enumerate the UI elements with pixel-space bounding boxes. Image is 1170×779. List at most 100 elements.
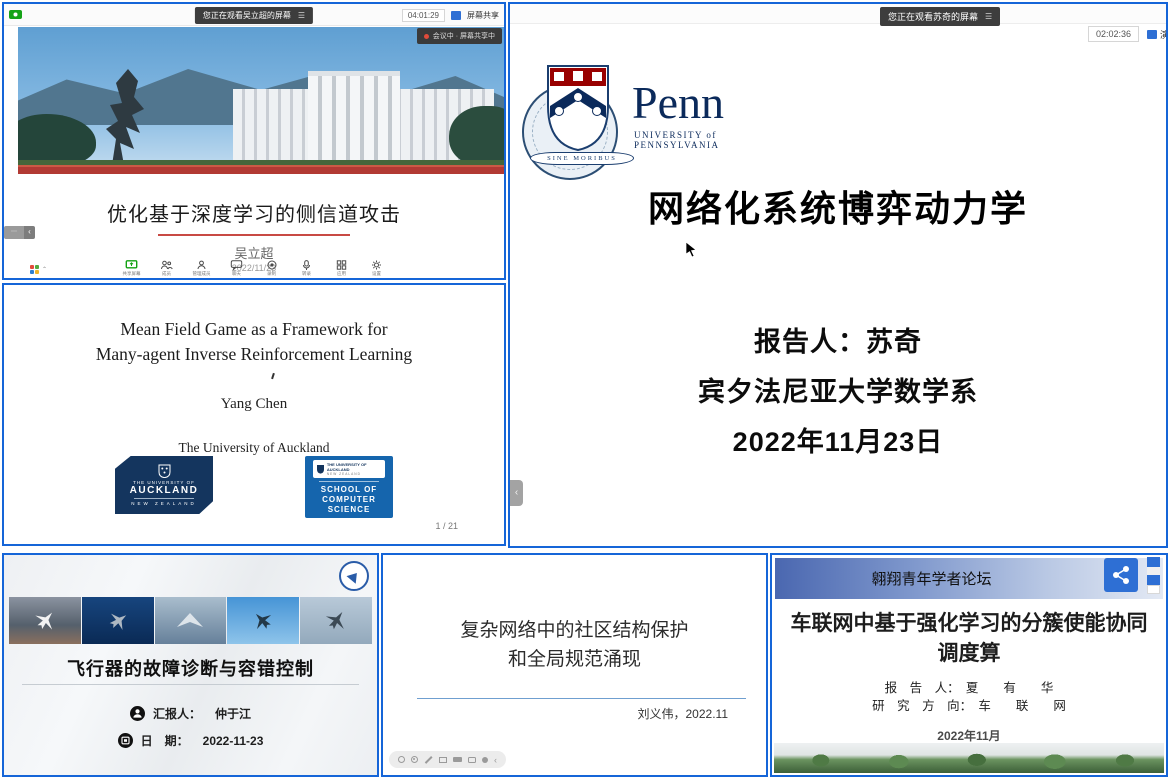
meeting-topbar: 您正在观看苏奇的屏幕 ☰ — [510, 4, 1166, 24]
meeting-timer: 02:02:36 — [1088, 26, 1139, 42]
penn-logo-group: SINE MORIBUS Penn UNIVERSITY of PENNSYLV… — [520, 64, 770, 186]
sharing-tooltip: 会议中 · 屏幕共享中 — [417, 28, 502, 44]
share-mode-label[interactable]: 屏幕共享 — [467, 10, 499, 21]
screen-share-panel-wulichao[interactable]: 您正在观看吴立超的屏幕 ☰ 04:01:29 屏幕共享 会议中 · 屏幕共享中 … — [2, 2, 506, 280]
title-underline — [158, 234, 350, 236]
meeting-topbar: 您正在观看吴立超的屏幕 ☰ 04:01:29 屏幕共享 — [4, 4, 504, 26]
slide4-date: 2022-11-23 — [203, 734, 264, 748]
slide-panel-networks[interactable]: 复杂网络中的社区结构保护 和全局规范涌现 刘义伟，2022.11 ‹ — [381, 553, 768, 777]
slide2-affiliation: The University of Auckland — [4, 440, 504, 456]
apps-icon — [337, 260, 347, 270]
meeting-timer: 04:01:29 — [402, 9, 445, 22]
slide4-title: 飞行器的故障诊断与容错控制 — [4, 655, 377, 681]
mic-icon — [303, 260, 311, 270]
logo-right-band-line1: THE UNIVERSITY OF AUCKLAND — [327, 462, 382, 472]
trees-right-graphic — [449, 106, 504, 166]
laser-icon[interactable] — [411, 756, 418, 763]
scrollbar[interactable] — [1147, 557, 1160, 594]
scrollbar-segment[interactable] — [1147, 557, 1160, 567]
penn-wordmark: Penn — [632, 76, 724, 129]
slide-panel-vehicular[interactable]: 翱翔青年学者论坛 车联网中基于强化学习的分簇使能协同 调度算 报 告 人： 夏 … — [770, 553, 1168, 777]
menu-icon[interactable]: ☰ — [298, 11, 305, 20]
meeting-app-icon[interactable] — [9, 9, 22, 20]
presentation-toolbar[interactable]: ‹ — [389, 751, 506, 768]
transport-plane-icon — [318, 602, 354, 638]
toolbar-record[interactable]: 录制 — [260, 260, 284, 277]
prev-icon[interactable] — [398, 756, 405, 763]
share-button[interactable] — [1104, 558, 1138, 592]
penn-wordmark-sub: UNIVERSITY of PENNSYLVANIA — [634, 130, 770, 150]
person-icon — [130, 706, 145, 721]
watching-banner[interactable]: 您正在观看吴立超的屏幕 ☰ — [195, 7, 313, 24]
toolbar-share-screen[interactable]: 共享屏幕 — [120, 260, 144, 277]
presenter-mode-label: 演 — [1160, 28, 1168, 41]
record-icon — [266, 260, 277, 270]
statue-graphic — [104, 69, 160, 174]
toolbar-members[interactable]: 成员 — [155, 260, 179, 277]
text-cursor-artifact — [271, 373, 274, 379]
auckland-university-logo: THE UNIVERSITY OF AUCKLAND NEW ZEALAND — [115, 456, 213, 514]
taskbar-app-logo[interactable]: ⌃ — [30, 265, 47, 274]
slide6-title: 车联网中基于强化学习的分簇使能协同 调度算 — [772, 609, 1166, 670]
slide3-affiliation: 宾夕法尼亚大学数学系 — [510, 370, 1166, 409]
scrollbar-track[interactable] — [1147, 585, 1160, 594]
pill-collapse-button[interactable]: ‹ — [24, 226, 35, 239]
aircraft-photo-strip — [9, 597, 372, 644]
transport-plane-photo — [300, 597, 372, 644]
presenter-mode-button[interactable]: 演 — [1147, 28, 1168, 41]
slide3: SINE MORIBUS Penn UNIVERSITY of PENNSYLV… — [510, 44, 1166, 546]
scrollbar-track[interactable] — [1147, 567, 1160, 575]
logo-right-line3: SCIENCE — [328, 505, 371, 515]
collapse-caret-icon[interactable]: ⌃ — [42, 266, 47, 273]
date-label: 日 期： — [141, 732, 189, 749]
toolbar-chat[interactable]: 聊天 — [225, 260, 249, 277]
logo-right-band: THE UNIVERSITY OF AUCKLAND NEW ZEALAND — [313, 460, 385, 478]
building-tower-graphic — [308, 71, 400, 174]
watching-text: 您正在观看吴立超的屏幕 — [203, 10, 291, 21]
auckland-crest-small-icon — [316, 464, 324, 474]
toolbar-transcribe[interactable]: 转录 — [295, 260, 319, 277]
slide2-page-number: 1 / 21 — [435, 521, 458, 531]
slide1-cover-photo — [18, 27, 504, 174]
screen-icon[interactable] — [453, 757, 462, 762]
comment-icon[interactable] — [468, 757, 476, 763]
floating-share-pill[interactable]: ⋯ ‹ — [4, 226, 35, 239]
flying-wing-icon — [176, 612, 204, 630]
slide1-title: 优化基于深度学习的侧信道攻击 — [4, 198, 504, 227]
reporter-name: 仲于江 — [215, 705, 251, 722]
collapse-icon[interactable]: ‹ — [494, 757, 497, 763]
penn-motto-ribbon: SINE MORIBUS — [530, 152, 634, 165]
more-icon[interactable] — [482, 757, 488, 763]
pen-icon[interactable] — [425, 756, 432, 763]
toolbar-apps[interactable]: 应用 — [330, 260, 354, 277]
slide-panel-aircraft[interactable]: 飞行器的故障诊断与容错控制 汇报人： 仲于江 日 期： 2022-11-23 — [2, 553, 379, 777]
fighter-photo — [82, 597, 154, 644]
zoom-icon[interactable] — [439, 757, 447, 763]
penn-shield-icon — [546, 64, 610, 152]
sidebar-expand-tab[interactable]: ‹ — [510, 480, 523, 506]
toolbar-settings[interactable]: 设置 — [365, 260, 389, 277]
share-mode-icon — [451, 11, 461, 20]
fighter-icon — [101, 604, 134, 637]
toolbar-manage[interactable]: 管理成员 — [190, 260, 214, 277]
logo-right-line2: COMPUTER — [322, 495, 376, 505]
slide5-byline: 刘义伟，2022.11 — [638, 705, 729, 722]
slide5-title-line1: 复杂网络中的社区结构保护 — [383, 617, 766, 646]
settings-icon — [372, 260, 382, 270]
slide-panel-auckland[interactable]: Mean Field Game as a Framework for Many-… — [2, 283, 506, 546]
menu-icon[interactable]: ☰ — [985, 12, 992, 21]
logo-right-line1: SCHOOL OF — [321, 485, 377, 495]
airliner-icon — [27, 602, 64, 639]
floating-pill-text: ⋯ — [4, 226, 24, 239]
screen-share-panel-suqi[interactable]: 您正在观看苏奇的屏幕 ☰ 02:02:36 演 SINE MORIBUS Pen… — [508, 2, 1168, 548]
stealth-fighter-icon — [246, 604, 280, 638]
watching-banner[interactable]: 您正在观看苏奇的屏幕 ☰ — [880, 7, 1000, 26]
campus-photo-strip — [774, 743, 1164, 773]
stealth-fighter-photo — [227, 597, 299, 644]
recording-dot-icon — [424, 34, 429, 39]
scrollbar-segment[interactable] — [1147, 575, 1160, 585]
screen-share-icon — [126, 260, 138, 270]
logo-left-line3: NEW ZEALAND — [131, 501, 197, 506]
sharing-tooltip-text: 会议中 · 屏幕共享中 — [433, 31, 495, 41]
watching-text: 您正在观看苏奇的屏幕 — [888, 10, 978, 23]
